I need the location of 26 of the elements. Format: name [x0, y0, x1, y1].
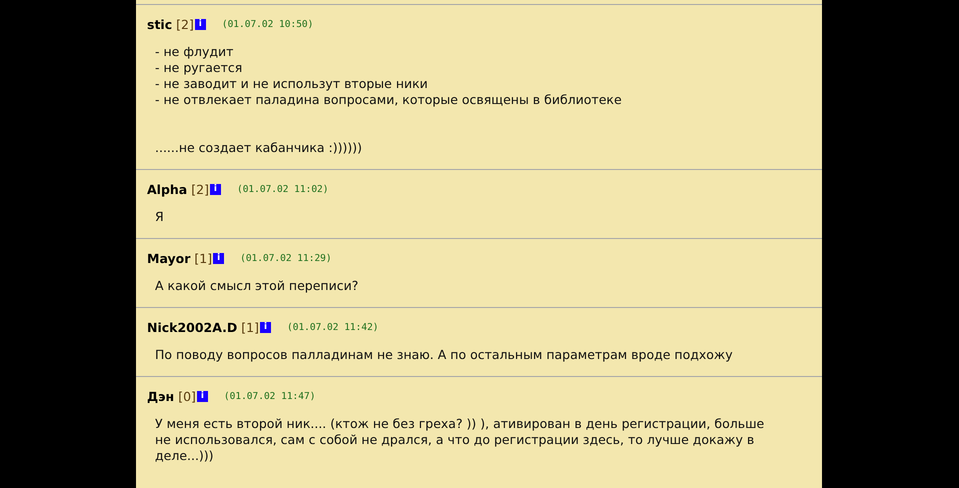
post-text: - не флудит - не ругается - не заводит и не использут вторые ники - не отвлекает паладина вопросами, которые освящены в библиотеке: [155, 44, 623, 108]
author-name: Дэн: [147, 388, 174, 404]
user-rank: [1]: [241, 320, 260, 334]
author-name: stic: [147, 16, 172, 32]
author-name: Mayor: [147, 250, 190, 266]
info-button[interactable]: i: [194, 18, 206, 30]
user-rank: [0]: [178, 388, 196, 404]
post-date: (01.07.02 10:50): [222, 18, 314, 30]
post-text: А какой смысл этой переписи?: [155, 278, 360, 294]
post-text: ......не создает кабанчика :)))))): [155, 140, 364, 156]
post-date: (01.07.02 11:02): [236, 184, 328, 194]
user-rank: [2]: [176, 16, 194, 32]
info-button[interactable]: i: [196, 390, 208, 402]
user-rank: [2]: [191, 182, 209, 196]
info-button[interactable]: i: [260, 322, 272, 332]
user-rank: [1]: [194, 250, 212, 266]
author-name: Alpha: [147, 182, 188, 196]
post-text: У меня есть второй ник.... (ктож не без греха? )) ), ативирован в день регистрации, больше не использовался, сам с собой не дрался, а что до регистрации здесь, то лучше докажу в деле...))): [155, 416, 766, 464]
info-button[interactable]: i: [210, 184, 221, 194]
info-button[interactable]: i: [213, 252, 224, 264]
post-text: По поводу вопросов палладинам не знаю. А по остальным параметрам вроде подхожу: [155, 347, 734, 363]
post-date: (01.07.02 11:42): [287, 322, 379, 332]
post-date: (01.07.02 11:29): [240, 252, 332, 264]
author-name: Nick2002A.D: [147, 320, 238, 334]
post-text: Я: [155, 209, 165, 225]
post-date: (01.07.02 11:47): [224, 390, 316, 402]
